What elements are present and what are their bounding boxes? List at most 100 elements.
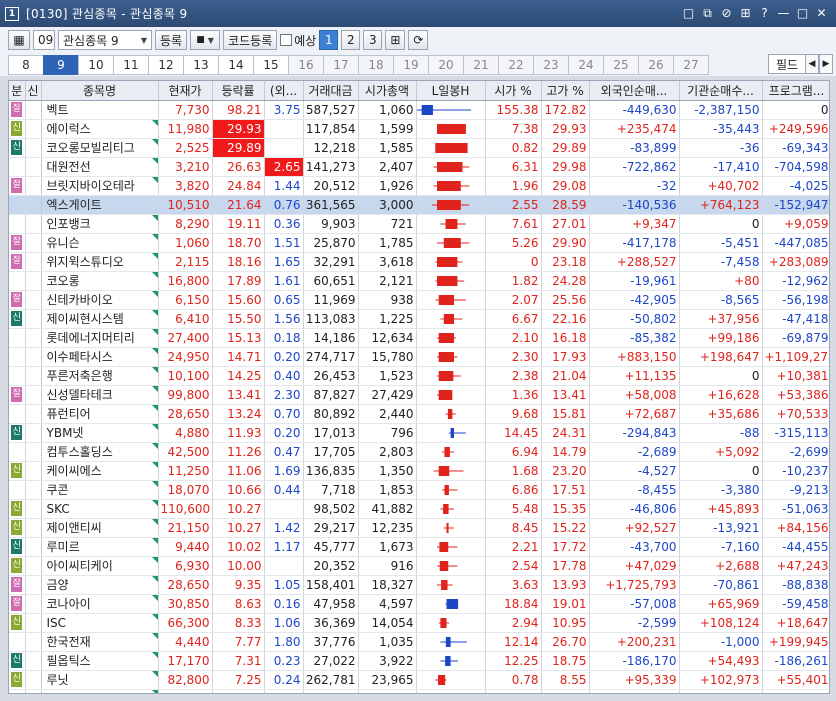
stock-name-label[interactable]: SKC: [47, 502, 70, 516]
table-row[interactable]: 코오롱 16,800 17.89 1.61 60,651 2,121 1.82 24.28 -1…: [9, 271, 829, 291]
table-row[interactable]: 산일전기73,6005.290.27104,24522,4082.868.44-…: [9, 689, 829, 693]
stock-name-label[interactable]: 위지윅스튜디오: [47, 255, 124, 269]
stock-name-label[interactable]: 케이씨에스: [47, 464, 102, 478]
tab-23[interactable]: 23: [533, 54, 569, 75]
table-row[interactable]: 퓨런티어 28,650 13.24 0.70 80,892 2,440 9.68 15.81 +…: [9, 404, 829, 424]
table-row[interactable]: 신 제이씨현시스템 6,410 15.50 1.56 113,083 1,225 6.67 22…: [9, 309, 829, 329]
stock-name-label[interactable]: 제이씨현시스템: [47, 312, 124, 326]
tab-22[interactable]: 22: [498, 54, 534, 75]
tab-18[interactable]: 18: [358, 54, 394, 75]
header-name[interactable]: 종목명: [41, 81, 159, 101]
header-program[interactable]: 프로그램...: [762, 81, 829, 101]
stock-name-label[interactable]: 이수페타시스: [47, 350, 113, 364]
table-row[interactable]: 푸른저축은행 10,100 14.25 0.40 26,453 1,523 2.38 21.0…: [9, 366, 829, 386]
tab-26[interactable]: 26: [638, 54, 674, 75]
table-row[interactable]: 잘 브릿지바이오테라 3,820 24.84 1.44 20,512 1,926 1.96 29…: [9, 176, 829, 196]
stock-name-label[interactable]: 한국전재: [47, 635, 91, 649]
table-row[interactable]: 신 루미르 9,440 10.02 1.17 45,777 1,673 2.21 17.72 -4…: [9, 537, 829, 557]
header-market-cap[interactable]: 시가총액: [358, 81, 417, 101]
group-number-field[interactable]: 09: [33, 30, 55, 50]
arrow-right-icon[interactable]: ▶: [819, 54, 833, 74]
header-high-pct[interactable]: 고가 %: [541, 81, 590, 101]
table-row[interactable]: 신 ISC 66,300 8.33 1.06 36,369 14,054 2.94 10.95-…: [9, 613, 829, 633]
stock-name-label[interactable]: 컴투스홀딩스: [47, 445, 113, 459]
minimize-icon[interactable]: —: [775, 5, 792, 21]
stock-name-label[interactable]: 푸른저축은행: [47, 369, 113, 383]
code-register-button[interactable]: 코드등록: [223, 30, 278, 50]
stock-name-label[interactable]: 에이럭스: [47, 122, 91, 136]
page-button-1[interactable]: 1: [319, 30, 339, 50]
table-row[interactable]: 신 YBM넷 4,880 11.93 0.20 17,013 796 14.45 24.31 -2…: [9, 423, 829, 443]
tab-15[interactable]: 15: [253, 54, 289, 75]
copy-icon[interactable]: ⧉: [699, 5, 716, 21]
page-button-3[interactable]: 3: [363, 30, 383, 50]
stock-name-label[interactable]: 벡트: [47, 103, 69, 117]
field-button[interactable]: 필드: [768, 54, 806, 74]
stock-name-label[interactable]: 쿠콘: [47, 483, 69, 497]
stock-name-label[interactable]: 제이앤티씨: [47, 521, 102, 535]
table-row[interactable]: 이수페타시스 24,950 14.71 0.20 274,717 15,780 2.30 17…: [9, 347, 829, 367]
tab-14[interactable]: 14: [218, 54, 254, 75]
tab-27[interactable]: 27: [673, 54, 709, 75]
tab-17[interactable]: 17: [323, 54, 359, 75]
header-category[interactable]: 분: [9, 81, 26, 101]
arrow-left-icon[interactable]: ◀: [805, 54, 819, 74]
stock-name-label[interactable]: YBM넷: [47, 426, 84, 440]
tab-12[interactable]: 12: [148, 54, 184, 75]
table-row[interactable]: 롯데에너지머티리 27,400 15.13 0.18 14,186 12,634 2.10 1…: [9, 328, 829, 348]
view-mode-select[interactable]: ■ ▼: [190, 30, 221, 50]
stock-name-label[interactable]: 루미르: [47, 540, 80, 554]
header-change-rate[interactable]: 등락률: [212, 81, 265, 101]
stock-name-label[interactable]: 유니슨: [47, 236, 80, 250]
stock-name-label[interactable]: 신테카바이오: [47, 293, 113, 307]
stock-name-label[interactable]: 롯데에너지머티리: [47, 331, 135, 345]
header-foreign-ratio[interactable]: (외...: [264, 81, 304, 101]
header-trade-value[interactable]: 거래대금: [303, 81, 359, 101]
table-row[interactable]: 잘 금양 28,650 9.35 1.05 158,401 18,327 3.63 13.93 +…: [9, 575, 829, 595]
header-institution-net[interactable]: 기관순매수...: [679, 81, 763, 101]
table-row[interactable]: 신 아이씨티케이 6,930 10.00 20,352 916 2.54 17.78 +47,0…: [9, 556, 829, 576]
stock-name-label[interactable]: 인포뱅크: [47, 217, 91, 231]
stock-name-label[interactable]: 필옵틱스: [47, 654, 91, 668]
tab-10[interactable]: 10: [78, 54, 114, 75]
forecast-toggle[interactable]: 예상: [280, 32, 316, 49]
header-foreign-net[interactable]: 외국인순매...: [589, 81, 680, 101]
table-row[interactable]: 컴투스홀딩스 42,500 11.26 0.47 17,705 2,803 6.94 14.7…: [9, 442, 829, 462]
tab-9[interactable]: 9: [43, 54, 79, 75]
group-select[interactable]: 관심종목 9 ▼: [58, 30, 152, 50]
tab-11[interactable]: 11: [113, 54, 149, 75]
forecast-checkbox[interactable]: [280, 34, 293, 46]
stock-name-label[interactable]: ISC: [47, 616, 67, 630]
header-price[interactable]: 현재가: [158, 81, 213, 101]
stock-name-label[interactable]: 코오롱: [47, 274, 80, 288]
tab-25[interactable]: 25: [603, 54, 639, 75]
link-icon[interactable]: □: [680, 5, 697, 21]
table-row[interactable]: 쿠콘 18,070 10.66 0.44 7,718 1,853 6.86 17.51 -8,4…: [9, 480, 829, 500]
tab-20[interactable]: 20: [428, 54, 464, 75]
table-row[interactable]: 잘 벡트 7,730 98.21 3.75 587,527 1,060 155.38 172.8…: [9, 100, 829, 120]
stock-name-label[interactable]: 신성델타테크: [47, 388, 113, 402]
stock-name-label[interactable]: 루닛: [47, 673, 69, 687]
stock-name-label[interactable]: 퓨런티어: [47, 407, 91, 421]
stock-name-label[interactable]: 코나아이: [47, 597, 91, 611]
table-row[interactable]: 신 루닛 82,800 7.25 0.24 262,781 23,965 0.78 8.55 +9…: [9, 670, 829, 690]
tab-19[interactable]: 19: [393, 54, 429, 75]
stock-name-label[interactable]: 코오롱모빌리티그: [47, 141, 135, 155]
tab-8[interactable]: 8: [8, 54, 44, 75]
close-icon[interactable]: ✕: [813, 5, 830, 21]
maximize-icon[interactable]: □: [794, 5, 811, 21]
table-row[interactable]: 잘 유니슨 1,060 18.70 1.51 25,870 1,785 5.26 29.90 -4…: [9, 233, 829, 253]
stock-name-label[interactable]: 엑스게이트: [47, 198, 102, 212]
table-row[interactable]: 신 제이앤티씨 21,150 10.27 1.42 29,217 12,235 8.45 15.…: [9, 518, 829, 538]
refresh-icon[interactable]: ⟳: [408, 30, 429, 50]
table-row[interactable]: 한국전재 4,440 7.77 1.80 37,776 1,035 12.14 26.70 +2…: [9, 632, 829, 652]
stock-name-label[interactable]: 브릿지바이오테라: [47, 179, 135, 193]
page-button-2[interactable]: 2: [341, 30, 361, 50]
stock-name-label[interactable]: 산일전기: [47, 692, 91, 693]
table-row[interactable]: 신 코오롱모빌리티그 2,525 29.89 12,218 1,585 0.82 29.89-…: [9, 138, 829, 158]
table-row[interactable]: 잘 신성델타테크 99,800 13.41 2.30 87,827 27,429 1.36 13…: [9, 385, 829, 405]
header-candle[interactable]: L일봉H: [416, 81, 486, 101]
tab-21[interactable]: 21: [463, 54, 499, 75]
export-icon[interactable]: ⊞: [385, 30, 406, 50]
register-button[interactable]: 등록: [155, 30, 188, 50]
